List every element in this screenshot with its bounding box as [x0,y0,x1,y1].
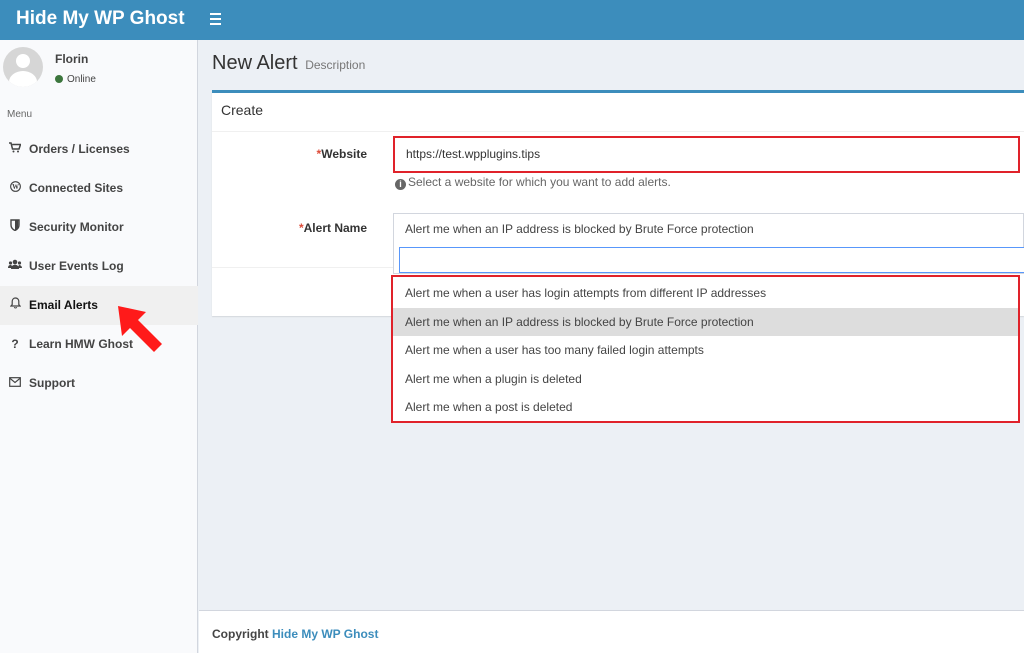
shield-icon [8,209,22,248]
website-label-text: Website [321,147,367,161]
copyright-prefix: Copyright [212,627,269,641]
bell-icon [8,287,22,326]
alert-option[interactable]: Alert me when a user has too many failed… [393,336,1018,365]
online-status-dot-icon [55,75,63,83]
sidebar-item-orders-licenses[interactable]: Orders / Licenses [0,130,198,169]
alert-name-select[interactable]: Alert me when an IP address is blocked b… [393,213,1024,244]
page-footer: Copyright Hide My WP Ghost [199,610,1024,653]
alert-option-selected[interactable]: Alert me when an IP address is blocked b… [393,307,1018,336]
copyright-text: Copyright Hide My WP Ghost [212,627,378,641]
alert-dropdown-panel [393,244,1024,274]
website-label: *Website [212,147,367,161]
website-field[interactable]: https://test.wpplugins.tips [393,136,1020,173]
envelope-icon [8,365,22,404]
sidebar-item-support[interactable]: Support [0,364,198,403]
sidebar-item-security-monitor[interactable]: Security Monitor [0,208,198,247]
website-help: i Select a website for which you want to … [395,175,671,190]
user-name: Florin [55,52,89,66]
box-title: Create [221,102,264,118]
alert-option[interactable]: Alert me when a user has login attempts … [393,279,1018,308]
sidebar-item-label: Support [29,376,75,390]
top-header: Hide My WP Ghost [0,0,1024,40]
dropdown-search-input[interactable] [399,247,1024,273]
user-status-label: Online [67,74,96,85]
avatar [3,47,43,87]
user-status: Online [55,74,96,85]
sidebar-item-connected-sites[interactable]: W Connected Sites [0,169,198,208]
footer-brand-link[interactable]: Hide My WP Ghost [272,627,378,641]
alert-option[interactable]: Alert me when a plugin is deleted [393,365,1018,394]
sidebar-item-label: User Events Log [29,259,124,273]
sidebar-item-learn-hmw-ghost[interactable]: ? Learn HMW Ghost [0,325,198,364]
sidebar: Florin Online Menu Orders / Licenses W C… [0,40,198,653]
question-icon: ? [11,337,19,351]
alert-options-list: Alert me when a user has login attempts … [391,275,1020,423]
content-header: New Alert Description [212,52,365,75]
alert-option[interactable]: Alert me when a post is deleted [393,393,1018,422]
svg-text:W: W [12,184,19,191]
sidebar-item-label: Orders / Licenses [29,142,130,156]
sidebar-item-label: Connected Sites [29,181,124,195]
info-icon: i [395,179,406,190]
menu-header: Menu [7,109,33,120]
app-logo[interactable]: Hide My WP Ghost [0,0,198,40]
sidebar-nav: Orders / Licenses W Connected Sites Secu… [0,130,198,403]
sidebar-item-user-events-log[interactable]: User Events Log [0,247,198,286]
page-title: New Alert [212,52,298,74]
users-icon [8,248,22,287]
cart-icon [8,131,22,170]
website-help-text: Select a website for which you want to a… [408,175,671,189]
sidebar-item-label: Email Alerts [29,298,98,312]
alert-name-label-text: Alert Name [303,221,367,235]
alert-name-label: *Alert Name [212,221,367,235]
sidebar-item-label: Security Monitor [29,220,124,234]
red-arrow-icon [118,306,162,352]
wordpress-icon: W [8,170,22,209]
user-panel: Florin Online [0,40,198,100]
box-divider [212,131,1024,132]
sidebar-item-email-alerts[interactable]: Email Alerts [0,286,198,325]
page-subtitle: Description [305,58,366,72]
hamburger-menu-icon[interactable] [207,10,225,28]
